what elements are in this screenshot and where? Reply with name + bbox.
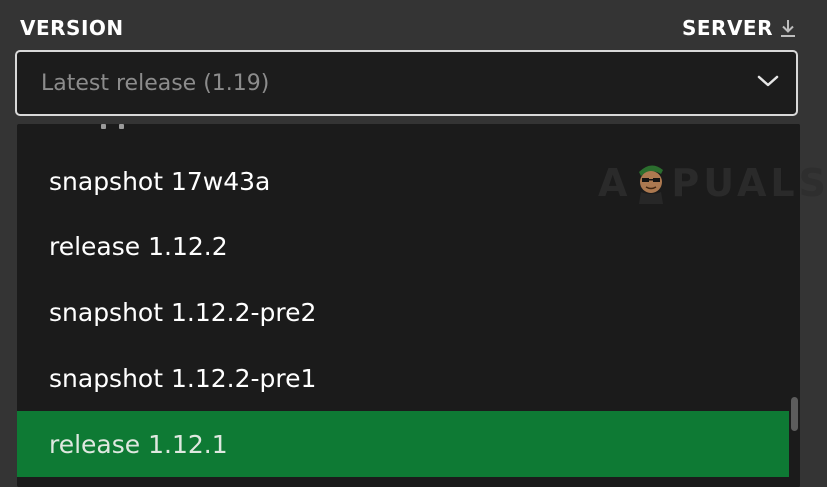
dropdown-option-selected[interactable]: release 1.12.1 (17, 411, 789, 477)
scrollbar-thumb[interactable] (791, 397, 798, 431)
dropdown-option[interactable]: snapshot 17w43a (17, 148, 789, 214)
version-select-value: Latest release (1.19) (41, 70, 270, 96)
version-label: VERSION (20, 16, 124, 40)
server-download-link[interactable]: SERVER (682, 16, 797, 40)
version-panel: VERSION SERVER Latest release (1.19) sna… (0, 0, 827, 487)
chevron-down-icon (756, 73, 780, 93)
download-icon (779, 18, 797, 38)
version-select[interactable]: Latest release (1.19) (15, 50, 798, 116)
dropdown-option[interactable]: snapshot 1.12.2-pre2 (17, 279, 789, 345)
version-dropdown-list[interactable]: snapshot 17w43a release 1.12.2 snapshot … (17, 124, 800, 487)
dropdown-option[interactable]: snapshot 1.12.2-pre1 (17, 345, 789, 411)
server-label: SERVER (681, 16, 773, 40)
clipped-option-text (101, 124, 127, 130)
dropdown-scrollbar[interactable] (789, 124, 800, 487)
dropdown-option[interactable]: release 1.12.2 (17, 213, 789, 279)
